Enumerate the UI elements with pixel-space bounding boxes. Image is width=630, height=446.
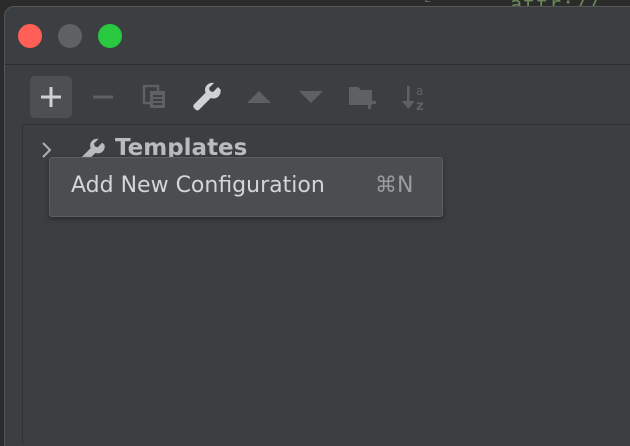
move-up-button[interactable]: [238, 76, 280, 118]
sort-button[interactable]: a z: [394, 76, 436, 118]
add-configuration-button[interactable]: [30, 76, 72, 118]
title-bar: [5, 7, 630, 65]
tooltip-label: Add New Configuration: [71, 173, 325, 198]
folder-add-icon: [349, 87, 376, 109]
triangle-down-icon: [299, 91, 323, 103]
triangle-up-icon: [247, 91, 271, 103]
minus-icon: [93, 95, 113, 99]
move-down-button[interactable]: [290, 76, 332, 118]
add-configuration-tooltip: Add New Configuration ⌘N: [49, 157, 443, 217]
svg-text:a: a: [416, 84, 423, 98]
close-window-button[interactable]: [18, 24, 42, 48]
remove-configuration-button[interactable]: [82, 76, 124, 118]
edit-templates-button[interactable]: [186, 76, 228, 118]
sort-az-icon: a z: [402, 84, 424, 112]
copy-icon: [142, 84, 165, 108]
minimize-window-button[interactable]: [58, 24, 82, 48]
configurations-toolbar: a z: [26, 76, 630, 118]
copy-configuration-button[interactable]: [134, 76, 176, 118]
tooltip-shortcut: ⌘N: [375, 173, 414, 198]
new-folder-button[interactable]: [342, 76, 384, 118]
svg-text:z: z: [416, 99, 424, 112]
editor-line-number: 2: [424, 0, 431, 5]
wrench-icon: [193, 82, 221, 111]
plus-icon: [41, 87, 61, 107]
zoom-window-button[interactable]: [98, 24, 122, 48]
